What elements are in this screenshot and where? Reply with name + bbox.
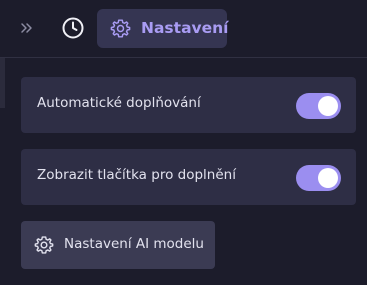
toggle-knob <box>318 168 338 188</box>
settings-panel: Nastavení Automatické doplňování Zobrazi… <box>0 0 367 285</box>
gear-icon <box>34 236 54 254</box>
left-edge-strip <box>0 58 5 108</box>
ai-model-settings-button[interactable]: Nastavení AI modelu <box>21 221 215 269</box>
tab-settings-label: Nastavení <box>141 19 229 37</box>
setting-row-completion-buttons: Zobrazit tlačítka pro doplnění <box>21 149 356 205</box>
setting-label: Automatické doplňování <box>37 95 201 111</box>
double-chevron-right-icon <box>21 23 32 33</box>
tab-settings[interactable]: Nastavení <box>97 9 229 48</box>
toggle-knob <box>318 96 338 116</box>
gear-icon <box>110 19 131 38</box>
clock-icon <box>62 17 84 39</box>
completion-buttons-toggle[interactable] <box>296 165 341 191</box>
toolbar: Nastavení <box>0 0 367 58</box>
setting-row-autocomplete: Automatické doplňování <box>21 77 356 133</box>
ai-model-settings-label: Nastavení AI modelu <box>64 236 204 252</box>
autocomplete-toggle[interactable] <box>296 93 341 119</box>
expand-button[interactable] <box>16 16 38 40</box>
setting-label: Zobrazit tlačítka pro doplnění <box>37 167 236 183</box>
history-button[interactable] <box>58 13 88 43</box>
